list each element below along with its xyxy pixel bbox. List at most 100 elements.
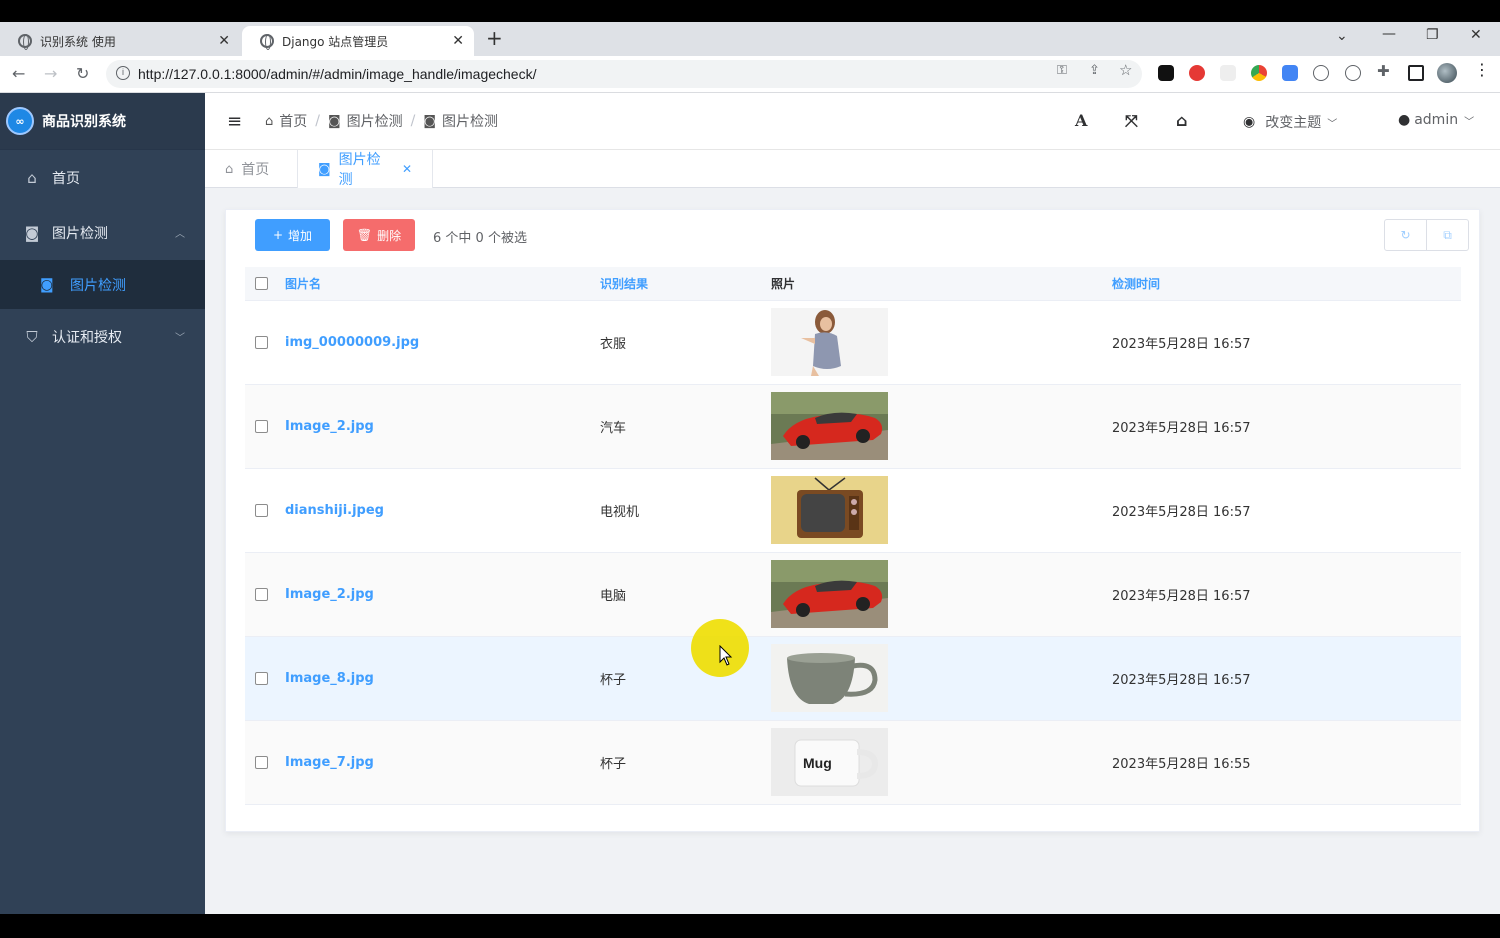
extension-icon[interactable] bbox=[1189, 65, 1205, 81]
column-header[interactable]: 检测时间 bbox=[1112, 267, 1461, 301]
site-info-icon[interactable]: i bbox=[116, 66, 130, 80]
photo-cell bbox=[771, 468, 1112, 553]
image-name-link[interactable]: Image_7.jpg bbox=[285, 755, 374, 770]
user-menu[interactable]: ● admin ﹀ bbox=[1398, 112, 1474, 128]
result-cell: 电脑 bbox=[600, 552, 771, 637]
extension-icon[interactable] bbox=[1345, 65, 1361, 81]
puzzle-icon[interactable]: ✚ bbox=[1377, 62, 1390, 80]
browser-tab-1[interactable]: 识别系统 使用 ✕ bbox=[0, 26, 240, 56]
export-icon[interactable]: ⧉ bbox=[1426, 220, 1468, 250]
row-checkbox[interactable] bbox=[255, 419, 268, 433]
name-cell: dianshiji.jpeg bbox=[285, 468, 600, 553]
table-row: dianshiji.jpeg 电视机 2023年5月28日 16:57 bbox=[245, 468, 1461, 553]
tab-image-check[interactable]: ◙ 图片检测 ✕ bbox=[298, 150, 433, 188]
browser-tab-2[interactable]: Django 站点管理员 ✕ bbox=[242, 26, 474, 56]
home-icon[interactable]: ⌂ bbox=[1176, 111, 1187, 130]
column-header[interactable]: 图片名 bbox=[285, 267, 600, 301]
breadcrumb-item[interactable]: 首页 bbox=[279, 111, 307, 131]
column-header[interactable]: 识别结果 bbox=[600, 267, 771, 301]
sidebar-subitem-image-check[interactable]: ◙ 图片检测 bbox=[0, 260, 205, 309]
chevron-down-icon: ﹀ bbox=[1464, 116, 1475, 128]
close-tab-icon[interactable]: ✕ bbox=[218, 33, 230, 49]
bottom-bar bbox=[0, 914, 1500, 938]
forward-icon[interactable]: → bbox=[44, 64, 57, 83]
extension-icon[interactable] bbox=[1220, 65, 1236, 81]
home-icon: ⌂ bbox=[27, 168, 37, 187]
url-input[interactable]: i http://127.0.0.1:8000/admin/#/admin/im… bbox=[106, 60, 1142, 88]
sidepanel-icon[interactable] bbox=[1408, 65, 1424, 81]
time-cell: 2023年5月28日 16:55 bbox=[1112, 720, 1461, 805]
row-checkbox[interactable] bbox=[255, 503, 268, 517]
chevron-up-icon: ︿ bbox=[175, 229, 185, 240]
row-checkbox[interactable] bbox=[255, 671, 268, 685]
fullscreen-icon[interactable]: ⤧ bbox=[1125, 111, 1138, 131]
key-icon[interactable]: ⚿ bbox=[1057, 63, 1067, 78]
result-cell: 汽车 bbox=[600, 384, 771, 469]
back-icon[interactable]: ← bbox=[12, 64, 25, 83]
add-button[interactable]: + 增加 bbox=[255, 219, 330, 251]
woman-photo bbox=[771, 308, 888, 376]
close-window-icon[interactable]: ✕ bbox=[1470, 27, 1482, 43]
name-cell: Image_8.jpg bbox=[285, 636, 600, 721]
image-name-link[interactable]: Image_2.jpg bbox=[285, 587, 374, 602]
sidebar-item-home[interactable]: ⌂ 首页 bbox=[0, 150, 205, 205]
breadcrumb-item[interactable]: 图片检测 bbox=[347, 111, 403, 131]
globe-icon bbox=[260, 34, 274, 50]
extension-icon[interactable] bbox=[1158, 65, 1174, 81]
minimize-icon[interactable]: — bbox=[1382, 26, 1396, 42]
theme-switcher[interactable]: ◉ 改变主题 ﹀ bbox=[1243, 112, 1337, 132]
menu-kebab-icon[interactable]: ⋮ bbox=[1474, 60, 1490, 79]
delete-button[interactable]: 🗑 删除 bbox=[343, 219, 415, 251]
camera-icon: ◙ bbox=[318, 161, 331, 177]
palette-icon: ◉ bbox=[1243, 114, 1256, 130]
row-checkbox[interactable] bbox=[255, 335, 268, 349]
home-icon: ⌂ bbox=[265, 113, 274, 129]
tab-search-icon[interactable]: ⌄ bbox=[1336, 28, 1348, 44]
car-photo bbox=[771, 392, 888, 460]
name-cell: Image_2.jpg bbox=[285, 552, 600, 637]
table-row: Image_2.jpg 电脑 2023年5月28日 16:57 bbox=[245, 552, 1461, 637]
image-name-link[interactable]: Image_8.jpg bbox=[285, 671, 374, 686]
chrome-icon[interactable] bbox=[1251, 65, 1267, 81]
restore-icon[interactable]: ❐ bbox=[1426, 27, 1439, 43]
refresh-icon[interactable]: ↻ bbox=[1385, 220, 1426, 250]
column-header: 照片 bbox=[771, 267, 1112, 301]
globe-icon bbox=[18, 34, 32, 50]
translate-icon[interactable] bbox=[1282, 65, 1298, 81]
mug-photo: Mug bbox=[771, 728, 888, 796]
new-tab-icon[interactable]: + bbox=[486, 26, 503, 50]
image-name-link[interactable]: img_00000009.jpg bbox=[285, 335, 419, 350]
camera-icon: ◙ bbox=[327, 113, 341, 129]
row-checkbox[interactable] bbox=[255, 755, 268, 769]
hamburger-icon[interactable]: ≡ bbox=[227, 111, 242, 132]
sidebar-item-label: 图片检测 bbox=[70, 277, 126, 294]
brand[interactable]: ∞ 商品识别系统 bbox=[0, 93, 205, 150]
select-all-cell bbox=[245, 267, 285, 301]
breadcrumb: ⌂ 首页 / ◙ 图片检测 / ◙ 图片检测 bbox=[265, 111, 498, 131]
image-name-link[interactable]: Image_2.jpg bbox=[285, 419, 374, 434]
select-all-checkbox[interactable] bbox=[255, 277, 268, 291]
tab-home[interactable]: ⌂ 首页 bbox=[205, 150, 298, 188]
share-icon[interactable]: ⇪ bbox=[1089, 63, 1100, 78]
bookmark-star-icon[interactable]: ☆ bbox=[1119, 61, 1132, 79]
browser-tab-title: 识别系统 使用 bbox=[40, 34, 116, 49]
sidebar-item-image-check[interactable]: ◙ 图片检测 ︿ bbox=[0, 205, 205, 260]
name-cell: img_00000009.jpg bbox=[285, 300, 600, 385]
photo-cell bbox=[771, 552, 1112, 637]
user-icon: ● bbox=[1398, 112, 1411, 128]
extension-icon[interactable] bbox=[1313, 65, 1329, 81]
row-select-cell bbox=[245, 720, 285, 805]
font-size-icon[interactable]: A bbox=[1075, 111, 1087, 130]
sidebar-item-auth[interactable]: ⛉ 认证和授权 ﹀ bbox=[0, 309, 205, 364]
add-button-label: 增加 bbox=[288, 228, 313, 243]
url-text: http://127.0.0.1:8000/admin/#/admin/imag… bbox=[138, 66, 537, 82]
photo-cell bbox=[771, 300, 1112, 385]
profile-avatar[interactable] bbox=[1437, 63, 1457, 83]
close-icon[interactable]: ✕ bbox=[402, 162, 412, 176]
close-tab-icon[interactable]: ✕ bbox=[452, 33, 464, 49]
image-name-link[interactable]: dianshiji.jpeg bbox=[285, 503, 384, 518]
result-cell: 衣服 bbox=[600, 300, 771, 385]
reload-icon[interactable]: ↻ bbox=[76, 64, 89, 83]
row-checkbox[interactable] bbox=[255, 587, 268, 601]
tab-label: 首页 bbox=[241, 162, 270, 178]
